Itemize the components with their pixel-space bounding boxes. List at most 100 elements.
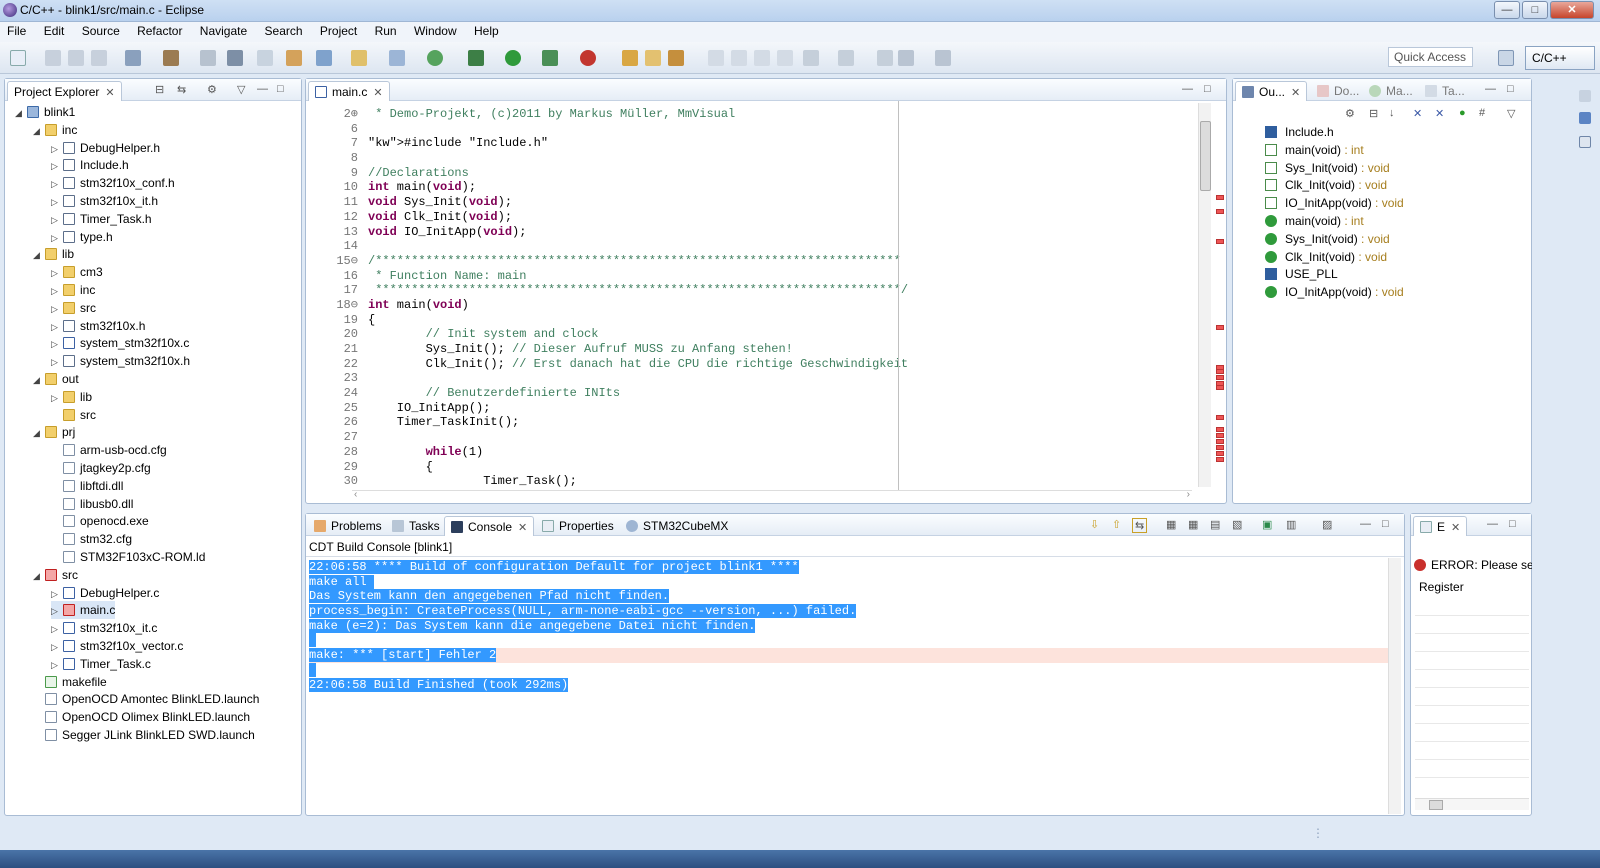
link-editor-icon[interactable]: ⇆ <box>177 83 186 96</box>
show-console-icon[interactable]: ▦ <box>1188 518 1198 531</box>
tree-item[interactable]: stm32.cfg <box>51 530 132 548</box>
menu-window[interactable]: Window <box>407 22 464 40</box>
tree-item[interactable]: ◢ lib <box>33 245 74 263</box>
collapse-icon[interactable]: ◢ <box>33 567 45 585</box>
outline-item[interactable]: Clk_Init(void) : void <box>1265 248 1387 266</box>
error-marker[interactable] <box>1216 209 1224 214</box>
hide-nonpublic-icon[interactable]: ✕ <box>1435 107 1444 120</box>
link-icon[interactable] <box>257 50 273 66</box>
filter-icon[interactable]: ⚙ <box>207 83 217 96</box>
display-console-icon[interactable]: ▥ <box>1286 518 1296 531</box>
coverage-icon[interactable] <box>542 50 558 66</box>
menu-edit[interactable]: Edit <box>37 22 72 40</box>
minimize-view-icon[interactable]: — <box>1485 83 1496 95</box>
outline-item[interactable]: Clk_Init(void) : void <box>1265 176 1387 194</box>
error-marker[interactable] <box>1216 385 1224 390</box>
tree-item[interactable]: arm-usb-ocd.cfg <box>51 441 167 459</box>
build-binary-icon[interactable] <box>200 50 216 66</box>
menu-run[interactable]: Run <box>368 22 404 40</box>
tree-item[interactable]: ▷ DebugHelper.c <box>51 584 159 602</box>
debug-icon[interactable] <box>468 50 484 66</box>
quick-access-input[interactable]: Quick Access <box>1388 47 1473 67</box>
open-type-icon[interactable] <box>622 50 638 66</box>
sort-icon[interactable]: ↓ <box>1389 107 1395 119</box>
tree-item[interactable]: ▷ stm32f10x.h <box>51 317 145 335</box>
expand-icon[interactable]: ▷ <box>51 620 63 638</box>
menu-file[interactable]: File <box>0 22 33 40</box>
error-marker[interactable] <box>1216 195 1224 200</box>
error-marker[interactable] <box>1216 433 1224 438</box>
last-edit-icon[interactable] <box>877 50 893 66</box>
tab-outline[interactable]: Ou... ✕ <box>1235 81 1308 101</box>
tree-item[interactable]: ◢ prj <box>33 423 75 441</box>
tree-item[interactable]: ▷ src <box>51 299 96 317</box>
tab-stm32cubemx[interactable]: STM32CubeMX <box>620 516 734 536</box>
menu-refactor[interactable]: Refactor <box>130 22 189 40</box>
outline-item[interactable]: Include.h <box>1265 123 1334 141</box>
expand-icon[interactable]: ▷ <box>51 282 63 300</box>
scroll-down-icon[interactable]: ⇩ <box>1090 518 1099 531</box>
tree-item[interactable]: ◢ out <box>33 370 79 388</box>
tree-item[interactable]: STM32F103xC-ROM.ld <box>51 548 205 566</box>
minimize-view-icon[interactable]: — <box>1487 518 1498 530</box>
error-marker[interactable] <box>1216 427 1224 432</box>
manage-configs-icon[interactable] <box>125 50 141 66</box>
error-marker[interactable] <box>1216 439 1224 444</box>
expand-icon[interactable]: ▷ <box>51 229 63 247</box>
maximize-button[interactable]: □ <box>1522 1 1548 19</box>
error-marker[interactable] <box>1216 375 1224 380</box>
hide-namespace-icon[interactable]: ● <box>1459 107 1466 119</box>
error-marker[interactable] <box>1216 445 1224 450</box>
expand-icon[interactable]: ▷ <box>51 318 63 336</box>
close-icon[interactable]: ✕ <box>518 522 527 534</box>
close-icon[interactable]: ✕ <box>105 87 114 99</box>
close-icon[interactable]: ✕ <box>1451 522 1460 534</box>
tree-item[interactable]: ▷ type.h <box>51 228 113 246</box>
run-icon[interactable] <box>505 50 521 66</box>
expand-icon[interactable]: ▷ <box>51 264 63 282</box>
perspective-c-cpp[interactable]: C/C++ <box>1525 46 1595 70</box>
save-all-icon[interactable] <box>68 50 84 66</box>
forward-icon[interactable] <box>935 50 951 66</box>
search-icon[interactable] <box>668 50 684 66</box>
menu-project[interactable]: Project <box>313 22 364 40</box>
tree-item[interactable]: src <box>51 406 96 424</box>
collapse-icon[interactable]: ◢ <box>33 424 45 442</box>
tree-item[interactable]: ▷ DebugHelper.h <box>51 139 160 157</box>
next-annotation-icon[interactable] <box>803 50 819 66</box>
tab-main-c[interactable]: main.c ✕ <box>308 81 390 101</box>
console-vertical-scrollbar[interactable] <box>1388 558 1401 814</box>
scroll-left-icon[interactable]: ‹ <box>354 489 357 500</box>
tree-item[interactable]: ▷ Include.h <box>51 156 129 174</box>
tree-item[interactable]: ▷ Timer_Task.c <box>51 655 151 673</box>
outline-item[interactable]: IO_InitApp(void) : void <box>1265 283 1404 301</box>
back-icon[interactable] <box>898 50 914 66</box>
new-console-icon[interactable]: ▨ <box>1322 518 1332 531</box>
tree-item[interactable]: jtagkey2p.cfg <box>51 459 151 477</box>
new-project-icon[interactable] <box>316 50 332 66</box>
tree-item[interactable]: ◢ inc <box>33 121 77 139</box>
restore-icon[interactable] <box>1579 90 1591 102</box>
close-icon[interactable]: ✕ <box>1291 87 1300 99</box>
expand-icon[interactable]: ▷ <box>51 638 63 656</box>
error-marker[interactable] <box>1216 239 1224 244</box>
menu-navigate[interactable]: Navigate <box>193 22 254 40</box>
error-log-horizontal-scrollbar[interactable] <box>1415 798 1529 810</box>
outline-item[interactable]: IO_InitApp(void) : void <box>1265 194 1404 212</box>
view-menu-icon[interactable]: ▽ <box>1507 107 1515 120</box>
error-marker[interactable] <box>1216 325 1224 330</box>
minimize-view-icon[interactable]: — <box>1360 518 1371 530</box>
code-area[interactable]: 2⊕ * Demo-Projekt, (c)2011 by Markus Mül… <box>326 107 908 489</box>
menu-search[interactable]: Search <box>258 22 310 40</box>
editor-vertical-scrollbar[interactable] <box>1198 103 1211 487</box>
tree-item[interactable]: ▷ lib <box>51 388 92 406</box>
close-button[interactable]: ✕ <box>1550 1 1594 19</box>
tab-properties[interactable]: Properties <box>536 516 620 536</box>
maximize-view-icon[interactable]: □ <box>1382 518 1389 530</box>
tree-item[interactable]: ▷ stm32f10x_it.c <box>51 619 157 637</box>
outline-item[interactable]: Sys_Init(void) : void <box>1265 159 1390 177</box>
minimize-button[interactable]: — <box>1494 1 1520 19</box>
hide-fields-icon[interactable]: ⚙ <box>1345 107 1355 120</box>
maximize-view-icon[interactable]: □ <box>1509 518 1516 530</box>
error-marker[interactable] <box>1216 457 1224 462</box>
